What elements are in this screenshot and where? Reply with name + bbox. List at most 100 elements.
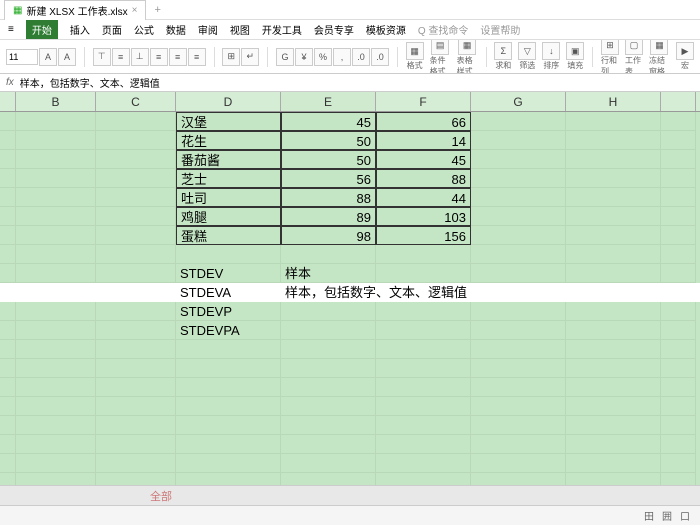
cell[interactable] bbox=[0, 150, 16, 169]
cell[interactable] bbox=[176, 340, 281, 359]
cell[interactable] bbox=[16, 378, 96, 397]
cond-format-button[interactable]: ▤ bbox=[431, 40, 449, 55]
cell[interactable] bbox=[661, 321, 696, 340]
cell[interactable] bbox=[661, 112, 696, 131]
view-grid-icon[interactable]: 囲 bbox=[662, 508, 672, 523]
comma-button[interactable]: , bbox=[333, 48, 351, 66]
cell[interactable] bbox=[471, 435, 566, 454]
cell[interactable] bbox=[281, 435, 376, 454]
cell[interactable] bbox=[281, 378, 376, 397]
merge-button[interactable]: ⊞ bbox=[222, 48, 240, 66]
cell[interactable] bbox=[0, 264, 16, 283]
decimal-inc-button[interactable]: .0 bbox=[352, 48, 370, 66]
cell[interactable] bbox=[281, 416, 376, 435]
cell[interactable] bbox=[176, 454, 281, 473]
cell[interactable] bbox=[376, 454, 471, 473]
col-header-f[interactable]: F bbox=[376, 92, 471, 111]
menu-file[interactable]: ≡ bbox=[8, 24, 14, 35]
cell[interactable] bbox=[0, 340, 16, 359]
font-size-input[interactable] bbox=[6, 49, 38, 65]
cell[interactable] bbox=[376, 397, 471, 416]
cell[interactable] bbox=[661, 359, 696, 378]
cell[interactable] bbox=[16, 207, 96, 226]
cell[interactable] bbox=[566, 131, 661, 150]
formula-text[interactable]: 样本，包括数字、文本、逻辑值 bbox=[20, 75, 160, 90]
cell[interactable]: 89 bbox=[281, 207, 376, 226]
freeze-button[interactable]: ▦ bbox=[650, 40, 668, 55]
cell[interactable]: 88 bbox=[281, 188, 376, 207]
cell[interactable] bbox=[16, 226, 96, 245]
cell[interactable] bbox=[471, 264, 566, 283]
cell[interactable] bbox=[661, 340, 696, 359]
menu-help[interactable]: 设置帮助 bbox=[480, 22, 520, 37]
cell[interactable] bbox=[376, 416, 471, 435]
sort-button[interactable]: ↓ bbox=[542, 42, 560, 60]
cell[interactable] bbox=[16, 340, 96, 359]
select-all-corner[interactable] bbox=[0, 92, 16, 111]
menu-review[interactable]: 审阅 bbox=[198, 22, 218, 37]
cell[interactable] bbox=[0, 131, 16, 150]
cell[interactable] bbox=[661, 397, 696, 416]
cell[interactable]: 蛋糕 bbox=[176, 226, 281, 245]
cell[interactable] bbox=[176, 359, 281, 378]
cell[interactable] bbox=[0, 188, 16, 207]
cell[interactable] bbox=[566, 397, 661, 416]
cell[interactable] bbox=[0, 169, 16, 188]
sum-button[interactable]: Σ bbox=[494, 42, 512, 60]
cell[interactable]: 56 bbox=[281, 169, 376, 188]
cell[interactable] bbox=[566, 302, 661, 321]
cell[interactable] bbox=[661, 131, 696, 150]
cell[interactable] bbox=[376, 321, 471, 340]
col-header-d[interactable]: D bbox=[176, 92, 281, 111]
align-top-button[interactable]: ⊤ bbox=[93, 48, 111, 66]
cell[interactable] bbox=[0, 416, 16, 435]
cell[interactable]: 样本 bbox=[281, 264, 376, 283]
view-page-icon[interactable]: 口 bbox=[680, 508, 690, 523]
cell[interactable] bbox=[471, 245, 566, 264]
cell[interactable] bbox=[0, 435, 16, 454]
cell[interactable] bbox=[16, 416, 96, 435]
cell[interactable]: 样本，包括数字、文本、逻辑值 bbox=[281, 283, 601, 302]
cell[interactable] bbox=[661, 454, 696, 473]
cell[interactable] bbox=[566, 264, 661, 283]
cell[interactable] bbox=[16, 283, 96, 302]
cell[interactable] bbox=[566, 207, 661, 226]
cell[interactable] bbox=[471, 188, 566, 207]
cell[interactable] bbox=[471, 150, 566, 169]
font-decrease-button[interactable]: A bbox=[58, 48, 76, 66]
cell[interactable] bbox=[176, 416, 281, 435]
col-header-b[interactable]: B bbox=[16, 92, 96, 111]
cell[interactable] bbox=[281, 397, 376, 416]
cell[interactable]: 鸡腿 bbox=[176, 207, 281, 226]
cell[interactable] bbox=[96, 378, 176, 397]
cell[interactable] bbox=[0, 226, 16, 245]
cell[interactable] bbox=[16, 454, 96, 473]
cell[interactable] bbox=[471, 416, 566, 435]
cell[interactable]: 50 bbox=[281, 150, 376, 169]
cell[interactable] bbox=[16, 169, 96, 188]
cell[interactable]: STDEVP bbox=[176, 302, 281, 321]
cell[interactable] bbox=[376, 245, 471, 264]
cell[interactable] bbox=[96, 359, 176, 378]
cell[interactable] bbox=[0, 302, 16, 321]
cell[interactable] bbox=[471, 169, 566, 188]
cell[interactable] bbox=[96, 397, 176, 416]
cell[interactable] bbox=[661, 435, 696, 454]
menu-template[interactable]: 模板资源 bbox=[366, 22, 406, 37]
cell[interactable] bbox=[16, 112, 96, 131]
cell[interactable]: 14 bbox=[376, 131, 471, 150]
cell[interactable] bbox=[16, 359, 96, 378]
macro-button[interactable]: ▶ bbox=[676, 42, 694, 60]
cell[interactable] bbox=[96, 131, 176, 150]
menu-start[interactable]: 开始 bbox=[26, 20, 58, 39]
cell[interactable]: 芝士 bbox=[176, 169, 281, 188]
cell[interactable] bbox=[16, 131, 96, 150]
cell[interactable] bbox=[96, 340, 176, 359]
cell[interactable] bbox=[471, 321, 566, 340]
cell[interactable] bbox=[471, 207, 566, 226]
cell[interactable] bbox=[96, 188, 176, 207]
cell[interactable] bbox=[176, 397, 281, 416]
cell[interactable] bbox=[471, 226, 566, 245]
worksheet-button[interactable]: ▢ bbox=[625, 40, 643, 55]
cell[interactable] bbox=[661, 207, 696, 226]
